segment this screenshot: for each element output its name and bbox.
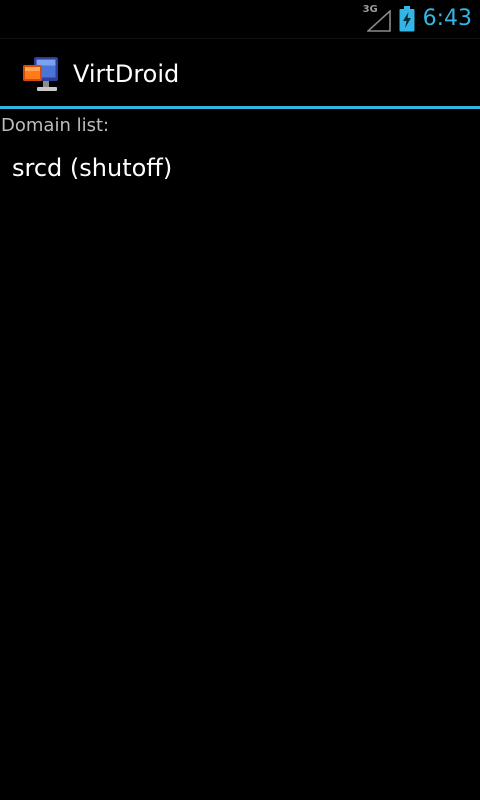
status-icons: 3G 6:43 xyxy=(363,0,472,38)
virtdroid-app-icon[interactable] xyxy=(20,55,62,95)
domain-list: srcd (shutoff) xyxy=(0,137,480,195)
domain-list-label: Domain list: xyxy=(1,115,110,136)
signal-strength-empty-icon xyxy=(366,10,391,32)
main-content: Domain list: srcd (shutoff) xyxy=(0,109,480,195)
action-bar: VirtDroid xyxy=(0,39,480,107)
status-bar: 3G 6:43 xyxy=(0,0,480,38)
app-title: VirtDroid xyxy=(73,60,180,88)
battery-charging-icon xyxy=(399,6,415,32)
signal-indicator: 3G xyxy=(363,4,393,32)
status-clock: 6:43 xyxy=(422,6,472,31)
domain-list-item[interactable]: srcd (shutoff) xyxy=(0,137,480,195)
screen: 3G 6:43 VirtDroid Domain list: srcd (shu… xyxy=(0,0,480,800)
